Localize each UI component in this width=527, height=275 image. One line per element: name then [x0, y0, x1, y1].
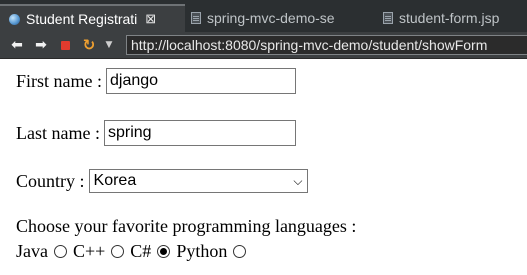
- country-selected-value: Korea: [93, 172, 137, 189]
- editor-tab-bar: Student Registrati ⊠ spring-mvc-demo-se …: [0, 0, 527, 32]
- first-name-input[interactable]: [106, 68, 296, 94]
- chevron-down-icon: ▼: [105, 40, 113, 50]
- navigation-menu-button[interactable]: ▼: [100, 35, 118, 55]
- country-select[interactable]: Korea ⌵: [88, 169, 308, 193]
- tab-label: student-form.jsp: [399, 10, 500, 26]
- radio-java[interactable]: [53, 245, 67, 258]
- globe-icon: [9, 13, 20, 25]
- languages-prompt-row: Choose your favorite programming languag…: [16, 216, 356, 237]
- back-arrow-icon: ⬅: [11, 37, 23, 53]
- language-label-python: Python: [176, 241, 228, 261]
- stop-icon: [60, 40, 70, 50]
- radio-cpp[interactable]: [111, 245, 125, 258]
- page-content: First name : Last name : Country : Korea…: [0, 59, 527, 275]
- language-label-java: Java: [16, 241, 48, 261]
- tab-label: spring-mvc-demo-se: [207, 10, 335, 26]
- refresh-button[interactable]: ↻: [80, 35, 98, 55]
- back-button[interactable]: ⬅: [8, 35, 26, 55]
- java-file-icon: [191, 12, 201, 24]
- languages-prompt: Choose your favorite programming languag…: [16, 216, 357, 236]
- country-label: Country :: [16, 170, 85, 191]
- language-label-csharp: C#: [130, 241, 152, 261]
- first-name-row: First name :: [16, 68, 296, 94]
- tab-student-registration[interactable]: Student Registrati ⊠: [0, 4, 185, 32]
- radio-python[interactable]: [233, 245, 247, 258]
- languages-radio-group: Java C++ C# Python: [16, 241, 252, 262]
- jsp-file-icon: [383, 12, 393, 24]
- last-name-label: Last name :: [16, 122, 100, 143]
- close-tab-icon[interactable]: ⊠: [145, 11, 156, 27]
- tab-spring-mvc-demo[interactable]: spring-mvc-demo-se: [185, 4, 377, 32]
- tab-label: Student Registrati: [26, 11, 138, 27]
- language-label-cpp: C++: [72, 241, 106, 261]
- country-row: Country : Korea ⌵: [16, 169, 308, 193]
- chevron-down-icon: ⌵: [293, 173, 303, 188]
- last-name-row: Last name :: [16, 120, 296, 146]
- first-name-label: First name :: [16, 70, 102, 91]
- forward-arrow-icon: ➡: [35, 37, 47, 53]
- url-input[interactable]: [126, 35, 527, 55]
- browser-toolbar: ⬅ ➡ ↻ ▼: [0, 32, 527, 59]
- refresh-icon: ↻: [82, 36, 96, 54]
- last-name-input[interactable]: [103, 120, 296, 146]
- forward-button[interactable]: ➡: [32, 35, 50, 55]
- tab-student-form-jsp[interactable]: student-form.jsp: [377, 4, 527, 32]
- radio-csharp[interactable]: [157, 245, 171, 258]
- stop-button[interactable]: [56, 35, 74, 55]
